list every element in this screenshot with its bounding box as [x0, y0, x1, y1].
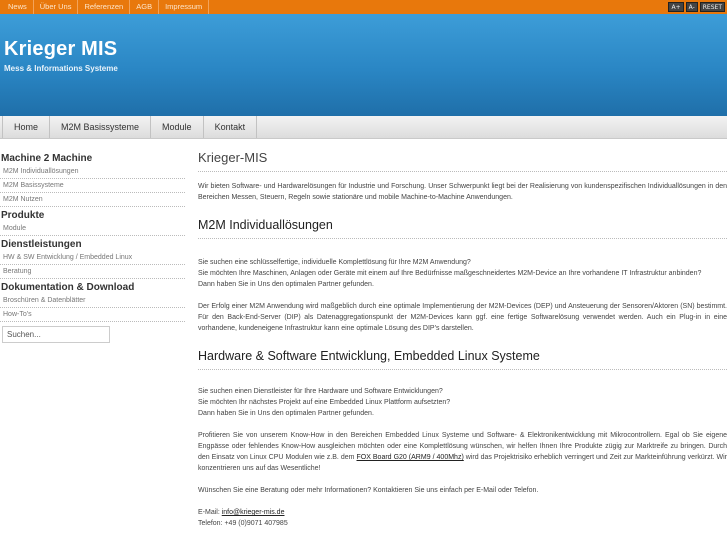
- phone-text: Telefon: +49 (0)9071 407985: [198, 520, 288, 527]
- nav-home[interactable]: Home: [2, 116, 51, 138]
- section-paragraph: Profitieren Sie von unserem Know-How in …: [198, 430, 727, 474]
- font-increase-button[interactable]: A+: [668, 2, 684, 12]
- topnav-agb[interactable]: AGB: [130, 0, 160, 14]
- sidebar-item[interactable]: HW & SW Entwicklung / Embedded Linux: [0, 251, 185, 265]
- main-nav: Home M2M Basissysteme Module Kontakt: [0, 116, 727, 139]
- sidebar-item[interactable]: How-To's: [0, 308, 185, 322]
- sidebar-heading[interactable]: Machine 2 Machine: [0, 150, 185, 165]
- section-paragraph: Sie suchen einen Dienstleister für Ihre …: [198, 386, 727, 419]
- sidebar-item[interactable]: Broschüren & Datenblätter: [0, 294, 185, 308]
- intro-text: Wir bieten Software- und Hardwarelösunge…: [198, 183, 727, 201]
- email-label: E-Mail:: [198, 509, 222, 516]
- top-bar: News Über Uns Referenzen AGB Impressum A…: [0, 0, 727, 14]
- section-heading-hw-sw: Hardware & Software Entwicklung, Embedde…: [198, 349, 727, 370]
- text-line: Sie suchen eine schlüsselfertige, indivi…: [198, 259, 471, 266]
- fox-board-link[interactable]: FOX Board G20 (ARM9 / 400Mhz): [357, 454, 464, 461]
- sidebar-heading[interactable]: Dokumentation & Download: [0, 279, 185, 294]
- top-nav: News Über Uns Referenzen AGB Impressum: [0, 0, 210, 14]
- search-input[interactable]: [2, 326, 110, 343]
- text-line: Sie suchen einen Dienstleister für Ihre …: [198, 388, 443, 395]
- topnav-referenzen[interactable]: Referenzen: [78, 0, 131, 14]
- contact-paragraph: Wünschen Sie eine Beratung oder mehr Inf…: [198, 487, 539, 494]
- section-paragraph: Der Erfolg einer M2M Anwendung wird maßg…: [198, 303, 727, 332]
- sidebar-item[interactable]: M2M Individuallösungen: [0, 165, 185, 179]
- contact-info: E-Mail: info@krieger-mis.de Telefon: +49…: [198, 507, 727, 529]
- text-line: Sie möchten Ihre Maschinen, Anlagen oder…: [198, 270, 702, 277]
- sidebar-heading[interactable]: Produkte: [0, 207, 185, 222]
- sidebar-item[interactable]: M2M Nutzen: [0, 193, 185, 207]
- nav-kontakt[interactable]: Kontakt: [204, 116, 258, 138]
- nav-m2m-basissysteme[interactable]: M2M Basissysteme: [50, 116, 152, 138]
- font-decrease-button[interactable]: A-: [685, 2, 698, 12]
- text-line: Sie möchten Ihr nächstes Projekt auf ein…: [198, 399, 451, 406]
- sidebar-item[interactable]: Beratung: [0, 265, 185, 279]
- page-title: Krieger-MIS: [198, 150, 727, 172]
- sidebar-item[interactable]: Module: [0, 222, 185, 236]
- topnav-news[interactable]: News: [2, 0, 34, 14]
- nav-module[interactable]: Module: [151, 116, 204, 138]
- sidebar: Machine 2 Machine M2M Individuallösungen…: [0, 150, 185, 343]
- header-banner: Krieger MIS Mess & Informations Systeme: [0, 14, 727, 116]
- text-line: Dann haben Sie in Uns den optimalen Part…: [198, 281, 374, 288]
- text-line: Dann haben Sie in Uns den optimalen Part…: [198, 410, 374, 417]
- site-title[interactable]: Krieger MIS: [4, 38, 117, 61]
- section-heading-m2m: M2M Individuallösungen: [198, 218, 727, 239]
- section-paragraph: Sie suchen eine schlüsselfertige, indivi…: [198, 257, 727, 290]
- email-link[interactable]: info@krieger-mis.de: [222, 509, 285, 516]
- font-reset-button[interactable]: RESET: [699, 2, 725, 12]
- main-content: Krieger-MIS Wir bieten Software- und Har…: [198, 150, 727, 529]
- topnav-ueber-uns[interactable]: Über Uns: [34, 0, 79, 14]
- font-size-tools: A+ A- RESET: [668, 2, 725, 12]
- topnav-impressum[interactable]: Impressum: [159, 0, 210, 14]
- sidebar-item[interactable]: M2M Basissysteme: [0, 179, 185, 193]
- sidebar-heading[interactable]: Dienstleistungen: [0, 236, 185, 251]
- site-subtitle: Mess & Informations Systeme: [4, 64, 118, 73]
